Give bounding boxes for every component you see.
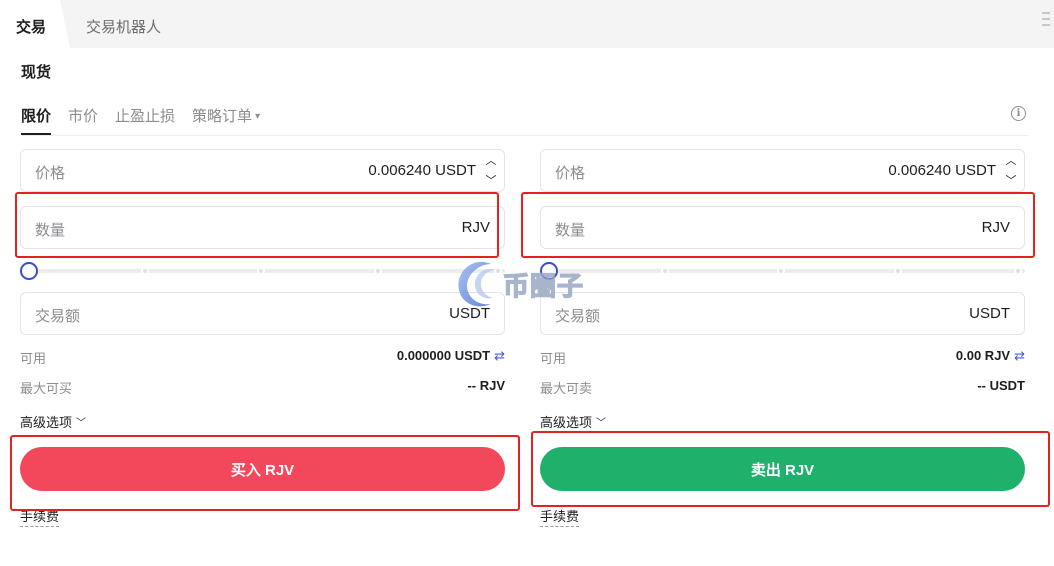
buy-amount-unit: USDT (449, 305, 490, 322)
slider-track (548, 269, 1025, 273)
sell-quantity-label: 数量 (555, 222, 586, 239)
chevron-down-icon[interactable]: ﹀ (1006, 173, 1017, 189)
slider-step-25[interactable] (661, 267, 669, 275)
sell-amount-unit: USDT (969, 305, 1010, 322)
sell-fee-label[interactable]: 手续费 (540, 506, 580, 527)
buy-quantity-input[interactable]: 数量 RJV (20, 206, 505, 249)
buy-max-value: -- RJV (467, 378, 505, 393)
buy-amount-input[interactable]: 交易额 USDT (20, 292, 505, 335)
buy-quantity-unit: RJV (461, 219, 490, 236)
sell-quantity-input[interactable]: 数量 RJV (540, 206, 1025, 249)
buy-available-label: 可用 (20, 351, 47, 366)
slider-step-50[interactable] (777, 267, 785, 275)
buy-price-input[interactable]: 价格 0.006240 USDT ︿ ﹀ (20, 149, 505, 192)
slider-step-75[interactable] (374, 267, 382, 275)
buy-price-stepper: ︿ ﹀ (482, 153, 500, 189)
buy-percent-slider[interactable] (20, 262, 505, 280)
sell-price-label: 价格 (555, 165, 586, 182)
sell-price-stepper: ︿ ﹀ (1002, 153, 1020, 189)
buy-max-label: 最大可买 (20, 381, 73, 396)
buy-button[interactable]: 买入 RJV (20, 447, 505, 491)
buy-available-value: 0.000000 USDT ⇄ (397, 348, 505, 364)
slider-thumb[interactable] (20, 262, 38, 280)
sell-advanced-label: 高级选项 (540, 415, 593, 430)
buy-advanced-label: 高级选项 (20, 415, 73, 430)
sell-price-value: 0.006240 USDT (888, 162, 996, 179)
sell-available-value: 0.00 RJV ⇄ (956, 348, 1025, 364)
sell-panel: 价格 0.006240 USDT ︿ ﹀ 数量 RJV 交易额 USDT 可用 … (540, 0, 1025, 566)
sell-amount-input[interactable]: 交易额 USDT (540, 292, 1025, 335)
slider-track (28, 269, 505, 273)
swap-icon[interactable]: ⇄ (494, 348, 505, 363)
sell-max-value: -- USDT (977, 378, 1025, 393)
slider-step-25[interactable] (141, 267, 149, 275)
sell-available-amount: 0.00 RJV (955, 348, 1011, 363)
chevron-up-icon[interactable]: ︿ (486, 153, 497, 169)
chevron-up-icon[interactable]: ︿ (1006, 153, 1017, 169)
chevron-down-icon: ﹀ (76, 418, 87, 429)
slider-step-75[interactable] (894, 267, 902, 275)
chevron-down-icon[interactable]: ﹀ (486, 173, 497, 189)
buy-price-label: 价格 (35, 165, 66, 182)
sell-price-input[interactable]: 价格 0.006240 USDT ︿ ﹀ (540, 149, 1025, 192)
slider-step-50[interactable] (257, 267, 265, 275)
buy-advanced-options[interactable]: 高级选项 ﹀ (20, 412, 86, 431)
buy-price-value: 0.006240 USDT (368, 162, 476, 179)
swap-icon[interactable]: ⇄ (1014, 348, 1025, 363)
buy-quantity-label: 数量 (35, 222, 66, 239)
slider-step-100[interactable] (494, 267, 502, 275)
sell-advanced-options[interactable]: 高级选项 ﹀ (540, 412, 606, 431)
buy-amount-label: 交易额 (35, 308, 81, 325)
chevron-down-icon: ﹀ (596, 418, 607, 429)
sell-quantity-unit: RJV (981, 219, 1010, 236)
buy-fee-label[interactable]: 手续费 (20, 506, 60, 527)
menu-icon[interactable] (1042, 12, 1050, 26)
sell-max-label: 最大可卖 (540, 381, 593, 396)
buy-available-amount: 0.000000 USDT (396, 348, 491, 363)
sell-percent-slider[interactable] (540, 262, 1025, 280)
buy-panel: 价格 0.006240 USDT ︿ ﹀ 数量 RJV 交易额 USDT 可用 … (20, 0, 505, 566)
sell-available-label: 可用 (540, 351, 567, 366)
slider-thumb[interactable] (540, 262, 558, 280)
slider-step-100[interactable] (1014, 267, 1022, 275)
sell-button[interactable]: 卖出 RJV (540, 447, 1025, 491)
sell-amount-label: 交易额 (555, 308, 601, 325)
